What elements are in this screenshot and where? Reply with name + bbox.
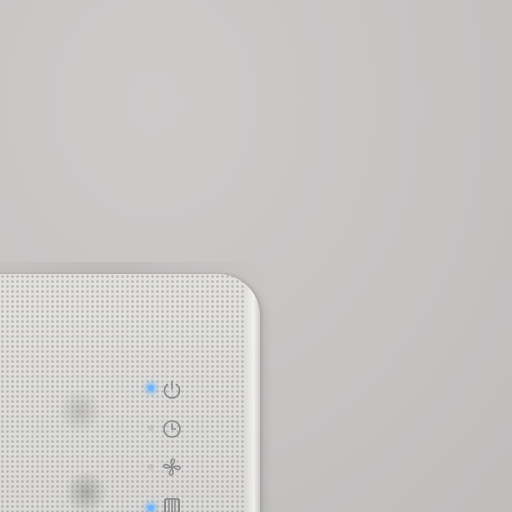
timer-button[interactable] — [160, 417, 184, 441]
timer-icon — [163, 420, 181, 438]
fan-indicator-led — [148, 464, 154, 470]
grille-shadow-lower — [62, 472, 110, 512]
photo-scene — [0, 0, 512, 512]
mesh-grille — [0, 274, 246, 512]
fan-icon — [163, 458, 181, 476]
timer-indicator-led — [148, 425, 154, 431]
power-button[interactable] — [160, 378, 184, 402]
power-indicator-led — [148, 385, 154, 391]
grille-shadow-upper — [58, 389, 102, 433]
filter-icon — [164, 498, 180, 512]
device-edge — [246, 274, 260, 512]
fan-speed-button[interactable] — [160, 455, 184, 479]
power-icon — [163, 380, 181, 399]
air-purifier — [0, 274, 260, 512]
filter-indicator-led — [148, 505, 154, 511]
filter-button[interactable] — [160, 494, 184, 512]
